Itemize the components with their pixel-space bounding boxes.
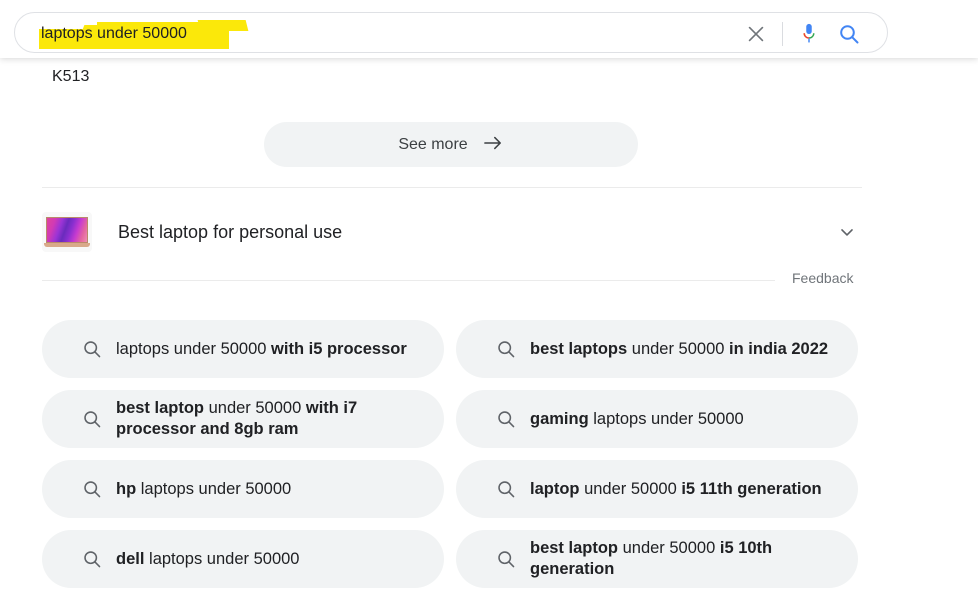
actions-divider [782, 21, 783, 46]
search-actions [736, 13, 869, 54]
related-search-title: Best laptop for personal use [118, 222, 343, 242]
see-more-button[interactable]: See more [264, 122, 638, 167]
arrow-right-icon [482, 134, 504, 155]
search-icon-glyph [498, 551, 515, 568]
close-icon[interactable] [736, 13, 776, 54]
chevron-down-icon-glyph [841, 229, 853, 236]
suggestion-chip[interactable]: laptops under 50000 with i5 processor [42, 320, 444, 378]
related-search-row[interactable]: Best laptop for personal use [42, 202, 862, 262]
suggestion-chip-label: dell laptops under 50000 [116, 549, 300, 568]
microphone-icon[interactable] [789, 13, 829, 54]
suggestion-chip-label: best laptops under 50000 in india 2022 [530, 339, 829, 358]
search-icon [482, 408, 530, 430]
suggestion-chip[interactable]: best laptop under 50000 i5 10th generati… [456, 530, 858, 588]
see-more-label: See more [398, 135, 468, 153]
chevron-down-icon[interactable] [832, 217, 862, 247]
suggestion-chip-label: best laptop under 50000 with i7 processo… [116, 399, 358, 438]
microphone-icon-glyph [803, 23, 815, 42]
search-icon [68, 548, 116, 570]
search-icon-glyph [498, 411, 515, 428]
search-icon-glyph [84, 551, 101, 568]
search-icon-glyph [840, 24, 859, 43]
suggestion-chip-label: laptops under 50000 with i5 processor [116, 339, 407, 358]
search-input[interactable]: laptops under 50000 [41, 24, 187, 43]
suggestion-chip-label: laptop under 50000 i5 11th generation [530, 479, 822, 498]
search-icon [68, 338, 116, 360]
suggestion-chip[interactable]: gaming laptops under 50000 [456, 390, 858, 448]
suggestion-chip-label: best laptop under 50000 i5 10th generati… [530, 539, 773, 578]
search-icon-glyph [84, 341, 101, 358]
search-box[interactable]: laptops under 50000 [14, 12, 888, 53]
section-divider-bottom [42, 280, 775, 281]
close-icon-glyph [748, 26, 764, 41]
search-icon [482, 548, 530, 570]
laptop-thumbnail [42, 212, 92, 252]
search-icon-glyph [498, 341, 515, 358]
truncated-result-text: K513 [52, 68, 90, 85]
related-searches-grid: laptops under 50000 with i5 processor bes… [42, 320, 858, 588]
suggestion-chip[interactable]: hp laptops under 50000 [42, 460, 444, 518]
suggestion-chip[interactable]: laptop under 50000 i5 11th generation [456, 460, 858, 518]
search-icon-glyph [498, 481, 515, 498]
search-icon [482, 478, 530, 500]
search-icon-glyph [84, 481, 101, 498]
suggestion-chip[interactable]: best laptop under 50000 with i7 processo… [42, 390, 444, 448]
search-icon [68, 408, 116, 430]
search-icon [482, 338, 530, 360]
suggestion-chip[interactable]: dell laptops under 50000 [42, 530, 444, 588]
arrow-right-icon-glyph [483, 136, 501, 150]
search-header: laptops under 50000 [0, 0, 978, 58]
feedback-link[interactable]: Feedback [792, 270, 853, 286]
suggestion-chip-label: gaming laptops under 50000 [530, 409, 744, 428]
section-divider-top [42, 187, 862, 188]
suggestion-chip[interactable]: best laptops under 50000 in india 2022 [456, 320, 858, 378]
search-icon-glyph [84, 411, 101, 428]
search-icon [68, 478, 116, 500]
search-icon[interactable] [829, 13, 869, 54]
suggestion-chip-label: hp laptops under 50000 [116, 479, 292, 498]
